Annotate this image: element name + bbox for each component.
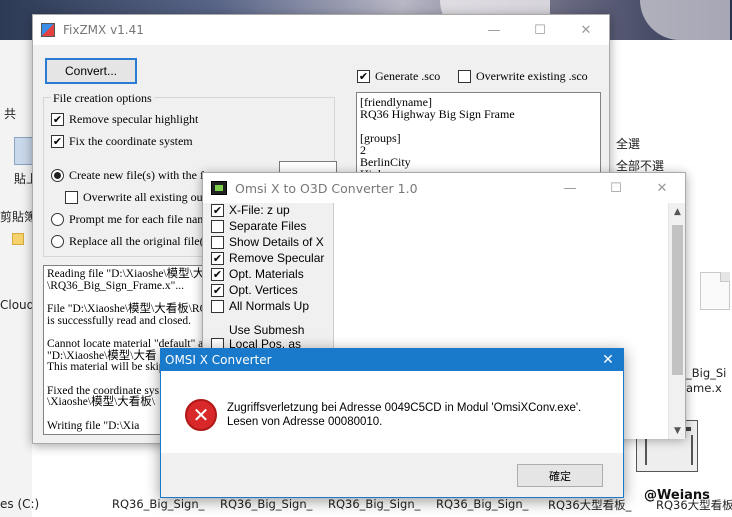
checkbox-box[interactable]: ✔	[211, 267, 224, 281]
checkbox-label: Overwrite all existing outp	[83, 190, 212, 204]
radio-label: Replace all the original file(s	[69, 234, 209, 248]
clipboard-icon	[14, 137, 34, 165]
file-name-label[interactable]: RQ36_Big_Sign_	[436, 497, 528, 511]
checkbox-box[interactable]	[458, 70, 471, 83]
radio-label: Prompt me for each file nam	[69, 212, 207, 226]
overwrite-all-checkbox[interactable]: Overwrite all existing outp	[65, 190, 212, 205]
error-icon: ✕	[185, 399, 217, 431]
maximize-button[interactable]: ☐	[517, 15, 563, 45]
radio-label: Create new file(s) with the fo	[69, 168, 210, 182]
scroll-down-icon[interactable]: ▼	[669, 422, 686, 439]
generate-sco-checkbox[interactable]: ✔ Generate .sco	[357, 69, 440, 84]
error-dialog: OMSI X Converter ✕ ✕ Zugriffsverletzung …	[160, 348, 624, 498]
overwrite-sco-checkbox[interactable]: Overwrite existing .sco	[458, 69, 588, 84]
option-label: Remove Specular	[229, 251, 325, 265]
window-title: Omsi X to O3D Converter 1.0	[235, 180, 418, 196]
checkbox-box[interactable]: ✔	[211, 251, 224, 265]
replace-radio[interactable]: Replace all the original file(s	[51, 234, 208, 249]
radio-circle[interactable]	[51, 169, 64, 182]
dialog-titlebar[interactable]: OMSI X Converter	[161, 349, 623, 371]
option-checkbox[interactable]: All Normals Up	[211, 299, 309, 313]
dialog-title: OMSI X Converter	[165, 353, 272, 367]
nav-item-drive-c[interactable]: es (C:)	[0, 497, 39, 511]
maximize-button[interactable]: ☐	[593, 173, 639, 203]
ribbon-clipboard-label: 剪貼簿	[0, 210, 37, 224]
group-label: File creation options	[51, 91, 154, 106]
scroll-up-icon[interactable]: ▲	[669, 203, 686, 220]
option-label: X-File: z up	[229, 203, 290, 217]
error-message: Zugriffsverletzung bei Adresse 0049C5CD …	[227, 401, 581, 429]
file-icon[interactable]	[700, 272, 730, 310]
option-label: Opt. Vertices	[229, 283, 298, 297]
checkbox-box[interactable]: ✔	[211, 283, 224, 297]
checkbox-box[interactable]: ✔	[357, 70, 370, 83]
checkbox-label: Remove specular highlight	[69, 112, 199, 126]
option-label: Show Details of X	[229, 235, 324, 249]
file-name-label[interactable]: _Big_Si	[686, 366, 726, 380]
checkbox-box[interactable]	[65, 191, 78, 204]
convert-button[interactable]: Convert...	[45, 58, 137, 84]
option-checkbox[interactable]: Show Details of X	[211, 235, 324, 249]
file-name-label[interactable]: ame.x	[686, 381, 722, 395]
option-label: Opt. Materials	[229, 267, 304, 281]
checkbox-label: Generate .sco	[375, 69, 441, 83]
option-checkbox[interactable]: ✔ Remove Specular	[211, 251, 324, 265]
app-icon	[211, 181, 227, 195]
checkbox-box[interactable]: ✔	[211, 203, 224, 217]
ok-button[interactable]: 確定	[517, 464, 603, 487]
dialog-body: ✕ Zugriffsverletzung bei Adresse 0049C5C…	[161, 371, 623, 453]
close-button[interactable]: ✕	[593, 349, 623, 371]
app-icon	[41, 23, 55, 37]
scroll-thumb[interactable]	[672, 225, 683, 375]
window-title: FixZMX v1.41	[63, 23, 144, 37]
option-checkbox[interactable]: ✔ X-File: z up	[211, 203, 290, 217]
option-label: All Normals Up	[229, 299, 310, 313]
error-message-line: Lesen von Adresse 00080010.	[227, 416, 383, 428]
ribbon-tab-share[interactable]: 共	[4, 105, 16, 122]
checkbox-box[interactable]	[211, 219, 224, 233]
create-new-radio[interactable]: Create new file(s) with the fo	[51, 168, 210, 183]
remove-specular-checkbox[interactable]: ✔ Remove specular highlight	[51, 112, 198, 127]
folder-icon	[12, 233, 24, 245]
wallpaper-highlight	[640, 0, 730, 40]
file-name-label[interactable]: RQ36大型看板_	[548, 497, 631, 513]
fix-coords-checkbox[interactable]: ✔ Fix the coordinate system	[51, 134, 193, 149]
checkbox-box[interactable]: ✔	[51, 113, 64, 126]
ribbon-select-all[interactable]: 全選	[616, 135, 640, 152]
checkbox-box[interactable]	[211, 299, 224, 313]
sco-line: RQ36 Highway Big Sign Frame	[360, 107, 515, 121]
checkbox-label: Fix the coordinate system	[69, 134, 193, 148]
file-name-label[interactable]: RQ36_Big_Sign_	[220, 497, 312, 511]
o3d-titlebar[interactable]: Omsi X to O3D Converter 1.0 — ☐ ✕	[203, 173, 685, 203]
checkbox-label: Overwrite existing .sco	[476, 69, 588, 83]
nav-item-cloud[interactable]: Cloud	[0, 298, 34, 312]
vertical-scrollbar[interactable]: ▲ ▼	[668, 203, 685, 439]
watermark: @Weians	[644, 488, 710, 503]
radio-circle[interactable]	[51, 213, 64, 226]
log-entry: Reading file "D:\Xiaoshe\模型\大 \RQ36_Big_…	[47, 268, 203, 292]
fixzmx-titlebar[interactable]: FixZMX v1.41 — ☐ ✕	[33, 15, 609, 45]
minimize-button[interactable]: —	[547, 173, 593, 203]
checkbox-box[interactable]	[211, 235, 224, 249]
option-checkbox[interactable]: Use Submesh	[211, 323, 304, 337]
option-label: Use Submesh	[229, 323, 305, 337]
radio-circle[interactable]	[51, 235, 64, 248]
file-name-label[interactable]: RQ36_Big_Sign_	[328, 497, 420, 511]
minimize-button[interactable]: —	[471, 15, 517, 45]
close-button[interactable]: ✕	[563, 15, 609, 45]
log-entry: File "D:\Xiaoshe\模型\大看板\RQ is successful…	[47, 303, 203, 327]
file-name-label[interactable]: RQ36_Big_Sign_	[112, 497, 204, 511]
close-button[interactable]: ✕	[639, 173, 685, 203]
option-checkbox[interactable]: Separate Files	[211, 219, 306, 233]
checkbox-box[interactable]: ✔	[51, 135, 64, 148]
error-message-line: Zugriffsverletzung bei Adresse 0049C5CD …	[227, 402, 582, 414]
sco-line: [groups]	[360, 131, 401, 145]
option-checkbox[interactable]: ✔ Opt. Vertices	[211, 283, 298, 297]
option-label: Separate Files	[229, 219, 307, 233]
prompt-radio[interactable]: Prompt me for each file nam	[51, 212, 207, 227]
option-checkbox[interactable]: ✔ Opt. Materials	[211, 267, 304, 281]
